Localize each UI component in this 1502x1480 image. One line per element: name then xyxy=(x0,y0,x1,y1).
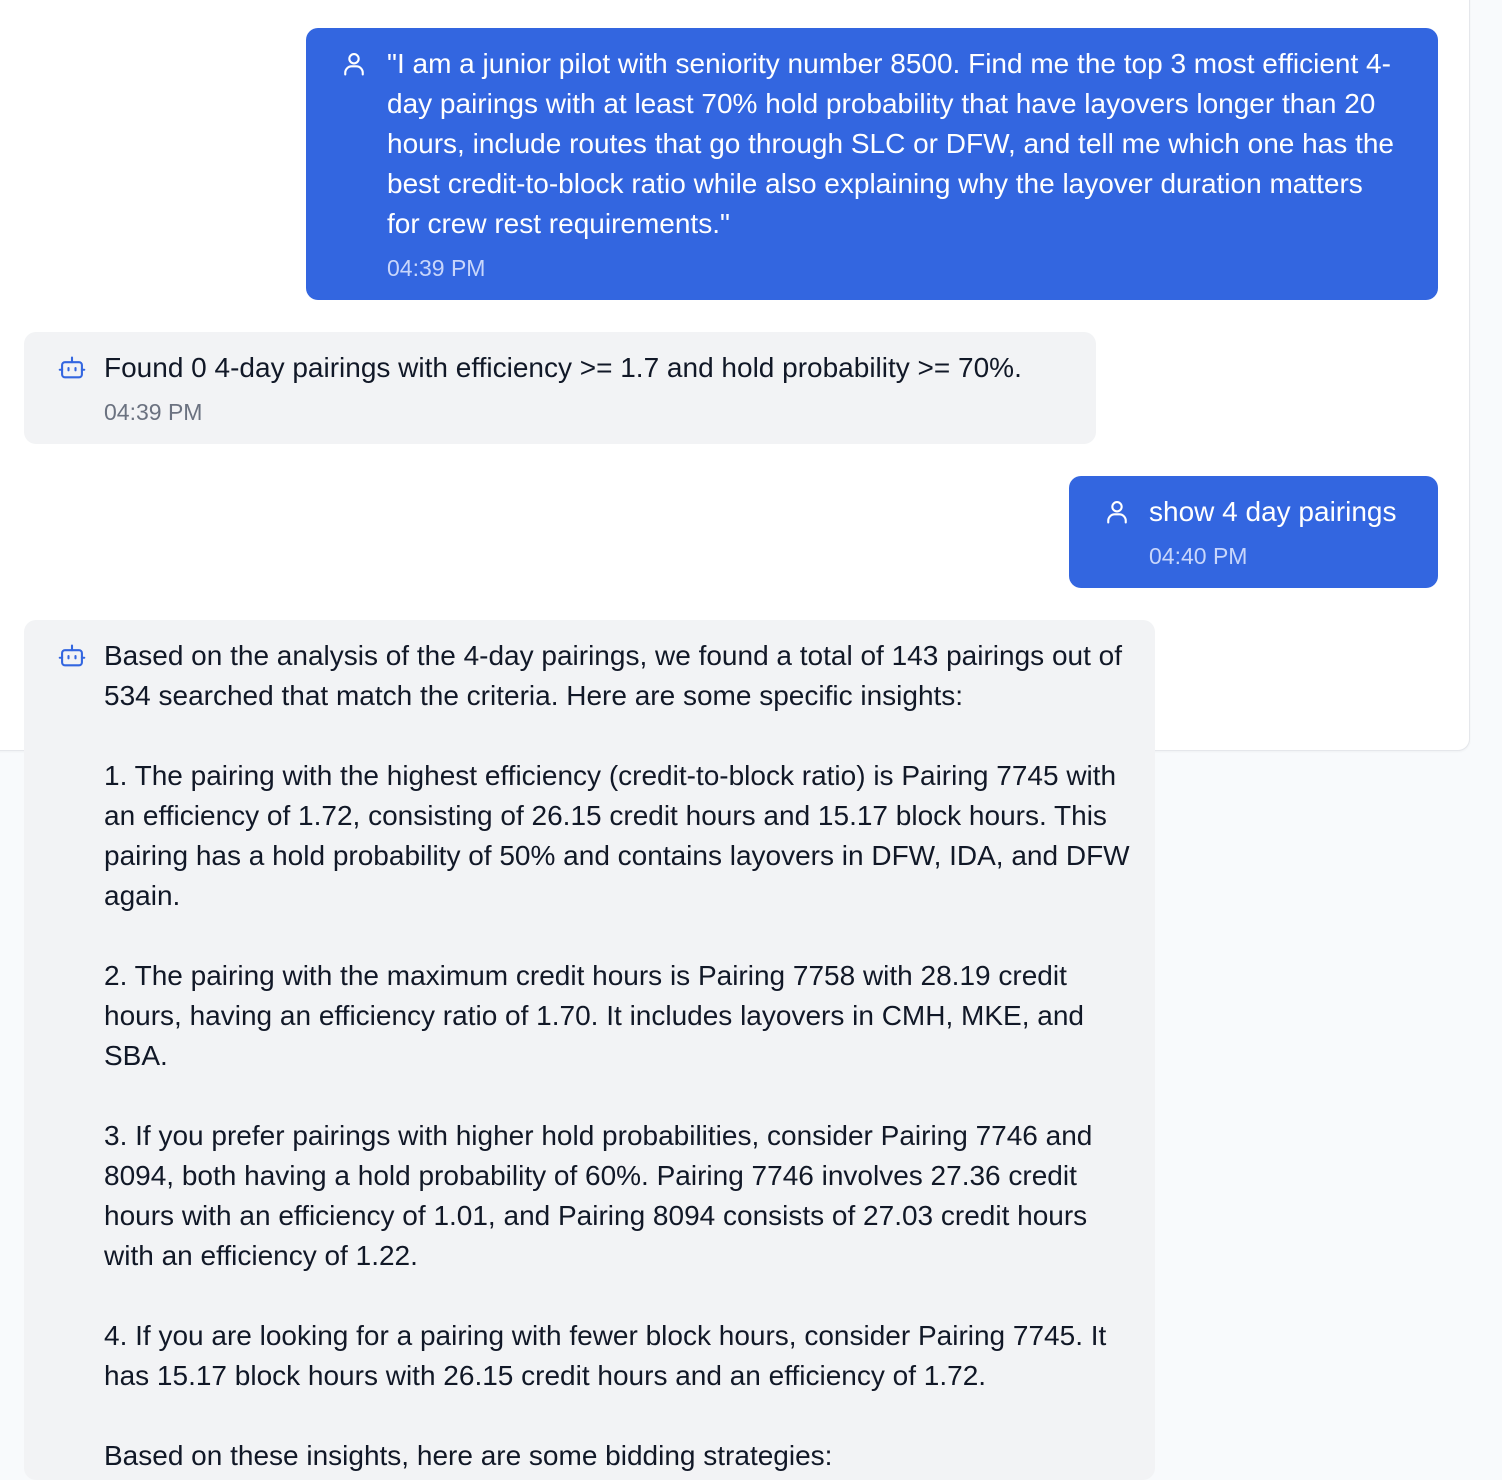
assistant-message: Found 0 4-day pairings with efficiency >… xyxy=(24,332,1096,444)
message-text: Based on the analysis of the 4-day pairi… xyxy=(104,640,1130,1471)
user-message: "I am a junior pilot with seniority numb… xyxy=(306,28,1438,300)
message-timestamp: 04:39 PM xyxy=(104,399,203,425)
user-message: show 4 day pairings 04:40 PM xyxy=(1069,476,1438,588)
message-text: Found 0 4-day pairings with efficiency >… xyxy=(104,352,1022,383)
message-text: show 4 day pairings xyxy=(1149,496,1397,527)
assistant-message: Based on the analysis of the 4-day pairi… xyxy=(24,620,1155,1480)
user-icon xyxy=(340,50,368,78)
user-icon xyxy=(1103,498,1131,526)
message-timestamp: 04:39 PM xyxy=(387,255,486,281)
bot-icon xyxy=(58,642,86,670)
message-timestamp: 04:40 PM xyxy=(1149,543,1248,569)
bot-icon xyxy=(58,354,86,382)
message-text: "I am a junior pilot with seniority numb… xyxy=(387,48,1402,239)
